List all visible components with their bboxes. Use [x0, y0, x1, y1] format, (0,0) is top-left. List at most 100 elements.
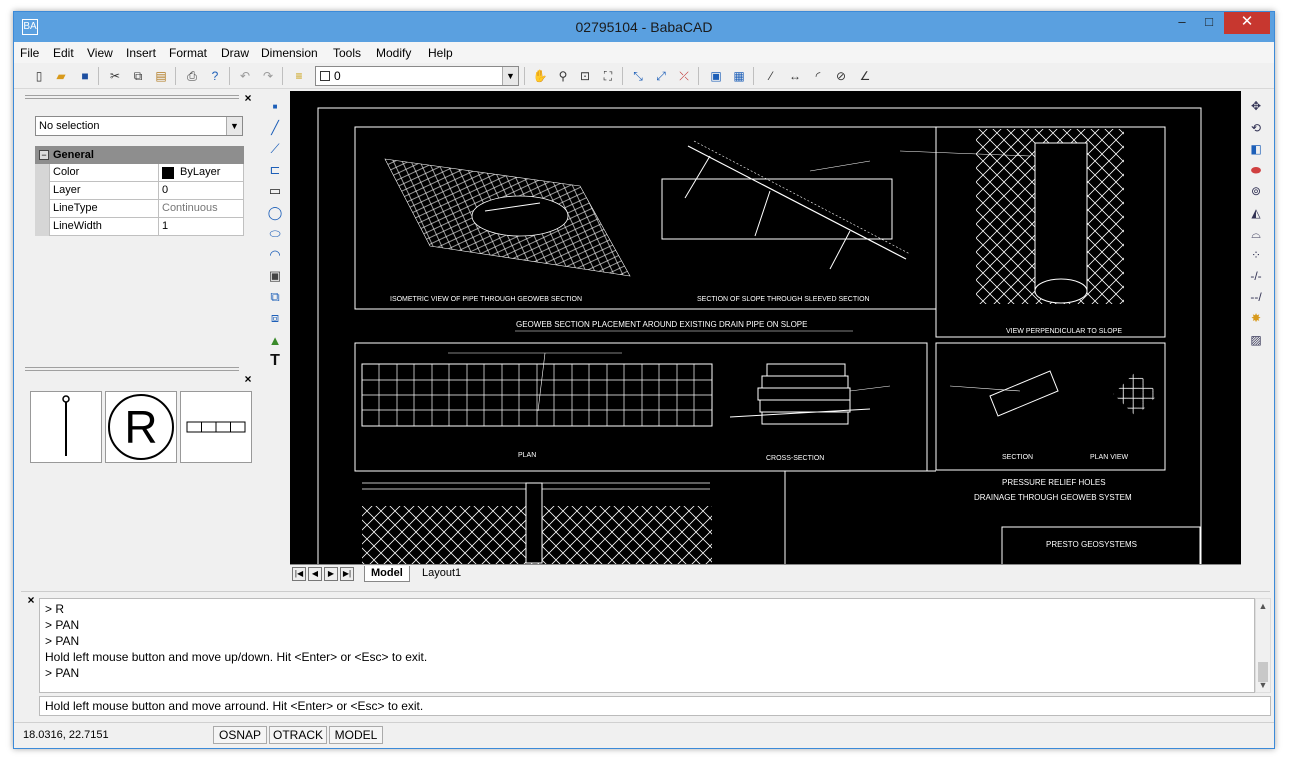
- menu-insert[interactable]: Insert: [126, 46, 156, 60]
- menu-help[interactable]: Help: [428, 46, 453, 60]
- circle-icon[interactable]: ◯: [266, 204, 284, 222]
- menu-edit[interactable]: Edit: [53, 46, 74, 60]
- property-row[interactable]: LineType Continuous: [35, 200, 244, 218]
- hatch-icon[interactable]: ▣: [266, 267, 284, 285]
- copy-objects-icon[interactable]: ⊚: [1247, 182, 1265, 200]
- property-value[interactable]: 1: [159, 218, 244, 236]
- insert-block-icon[interactable]: ⧈: [266, 309, 284, 327]
- undo-icon[interactable]: ↶: [236, 67, 254, 85]
- rect-polyline-icon[interactable]: ⊏: [266, 161, 284, 179]
- menu-file[interactable]: File: [20, 46, 39, 60]
- panel-grip[interactable]: [25, 367, 239, 371]
- dim-linear-icon[interactable]: ↔: [786, 67, 804, 85]
- collapse-icon[interactable]: −: [39, 150, 49, 160]
- new-file-icon[interactable]: ▯: [30, 67, 48, 85]
- tab-model[interactable]: Model: [364, 566, 410, 582]
- trim-objects-icon[interactable]: -/-: [1247, 267, 1265, 285]
- block-preview-bar[interactable]: [180, 391, 252, 463]
- property-row[interactable]: Layer 0: [35, 182, 244, 200]
- copy-icon[interactable]: ⧉: [129, 67, 147, 85]
- mirror-icon[interactable]: ◭: [1247, 204, 1265, 222]
- zoom-realtime-icon[interactable]: ⚲: [554, 67, 572, 85]
- first-tab-icon[interactable]: |◀: [292, 567, 306, 581]
- osnap-toggle[interactable]: OSNAP: [213, 726, 267, 744]
- zoom-window-icon[interactable]: ⊡: [576, 67, 594, 85]
- open-folder-icon[interactable]: ▰: [52, 67, 70, 85]
- explode-icon[interactable]: ✸: [1247, 309, 1265, 327]
- layer-select[interactable]: 0 ▼: [315, 66, 519, 86]
- tab-layout1[interactable]: Layout1: [416, 566, 467, 582]
- property-value[interactable]: Continuous: [159, 200, 244, 218]
- property-group-header[interactable]: − General: [35, 146, 244, 164]
- property-row[interactable]: Color ByLayer: [35, 164, 244, 182]
- rectangle-icon[interactable]: ▭: [266, 182, 284, 200]
- property-value[interactable]: ByLayer: [159, 164, 244, 182]
- arc-icon[interactable]: ◠: [266, 246, 284, 264]
- chevron-down-icon[interactable]: ▼: [502, 67, 518, 85]
- text-icon[interactable]: T: [266, 352, 284, 370]
- model-toggle[interactable]: MODEL: [329, 726, 383, 744]
- image-icon[interactable]: ▲: [266, 331, 284, 349]
- menu-tools[interactable]: Tools: [333, 46, 361, 60]
- property-value[interactable]: 0: [159, 182, 244, 200]
- rotate-icon[interactable]: ⟲: [1247, 119, 1265, 137]
- menu-view[interactable]: View: [87, 46, 113, 60]
- help-icon[interactable]: ?: [206, 67, 224, 85]
- extend-objects-icon[interactable]: --/: [1247, 288, 1265, 306]
- command-scrollbar[interactable]: ▲ ▼: [1255, 598, 1271, 693]
- cut-icon[interactable]: ✂: [106, 67, 124, 85]
- polyline-icon[interactable]: ⟋: [266, 140, 284, 158]
- scroll-down-icon[interactable]: ▼: [1256, 678, 1270, 692]
- menu-draw[interactable]: Draw: [221, 46, 249, 60]
- close-icon[interactable]: ×: [25, 594, 37, 606]
- title-bar[interactable]: BA 02795104 - BabaCAD ‒ □ ✕: [14, 12, 1274, 42]
- menu-format[interactable]: Format: [169, 46, 207, 60]
- close-icon[interactable]: ×: [242, 373, 254, 385]
- drawing-canvas[interactable]: ISOMETRIC VIEW OF PIPE THROUGH GEOWEB SE…: [290, 91, 1241, 564]
- scale-icon[interactable]: ◧: [1247, 140, 1265, 158]
- maximize-button[interactable]: □: [1196, 12, 1222, 34]
- property-row[interactable]: LineWidth 1: [35, 218, 244, 236]
- redo-icon[interactable]: ↷: [259, 67, 277, 85]
- last-tab-icon[interactable]: ▶|: [340, 567, 354, 581]
- layers-icon[interactable]: ≡: [290, 67, 308, 85]
- array-icon[interactable]: ⁘: [1247, 246, 1265, 264]
- dim-diameter-icon[interactable]: ⊘: [832, 67, 850, 85]
- save-icon[interactable]: ■: [76, 67, 94, 85]
- close-icon[interactable]: ×: [242, 92, 254, 104]
- ellipse-icon[interactable]: ⬭: [266, 225, 284, 243]
- drawing-svg[interactable]: ISOMETRIC VIEW OF PIPE THROUGH GEOWEB SE…: [290, 91, 1241, 564]
- offset-icon[interactable]: ⌓: [1247, 225, 1265, 243]
- dim-aligned-icon[interactable]: ⁄: [762, 67, 780, 85]
- trim-icon[interactable]: ⤡: [629, 67, 647, 85]
- block-insert-icon[interactable]: ▣: [707, 67, 725, 85]
- chevron-down-icon[interactable]: ▼: [226, 117, 242, 135]
- close-button[interactable]: ✕: [1224, 12, 1270, 34]
- paste-icon[interactable]: ▤: [152, 67, 170, 85]
- move-icon[interactable]: ✥: [1247, 97, 1265, 115]
- line-icon[interactable]: ╱: [266, 119, 284, 137]
- dim-radius-icon[interactable]: ◜: [809, 67, 827, 85]
- menu-modify[interactable]: Modify: [376, 46, 411, 60]
- selection-select[interactable]: No selection ▼: [35, 116, 243, 136]
- next-tab-icon[interactable]: ▶: [324, 567, 338, 581]
- otrack-toggle[interactable]: OTRACK: [269, 726, 327, 744]
- pan-hand-icon[interactable]: ✋: [531, 67, 549, 85]
- command-input[interactable]: Hold left mouse button and move arround.…: [39, 696, 1271, 716]
- panel-grip[interactable]: [25, 95, 239, 99]
- minimize-button[interactable]: ‒: [1169, 12, 1195, 34]
- block-preview-r[interactable]: R: [105, 391, 177, 463]
- menu-dimension[interactable]: Dimension: [261, 46, 318, 60]
- point-icon[interactable]: ■: [266, 97, 284, 115]
- block-preview-pin[interactable]: [30, 391, 102, 463]
- hatch-edit-icon[interactable]: ▨: [1247, 331, 1265, 349]
- erase-icon[interactable]: ⬬: [1247, 161, 1265, 179]
- zoom-extents-icon[interactable]: ⛶: [599, 67, 617, 85]
- break-icon[interactable]: ⤫: [675, 67, 693, 85]
- scroll-up-icon[interactable]: ▲: [1256, 599, 1270, 613]
- dim-angle-icon[interactable]: ∠: [856, 67, 874, 85]
- prev-tab-icon[interactable]: ◀: [308, 567, 322, 581]
- extend-icon[interactable]: ⤢: [652, 67, 670, 85]
- block-icon[interactable]: ⧉: [266, 288, 284, 306]
- block-create-icon[interactable]: ▦: [730, 67, 748, 85]
